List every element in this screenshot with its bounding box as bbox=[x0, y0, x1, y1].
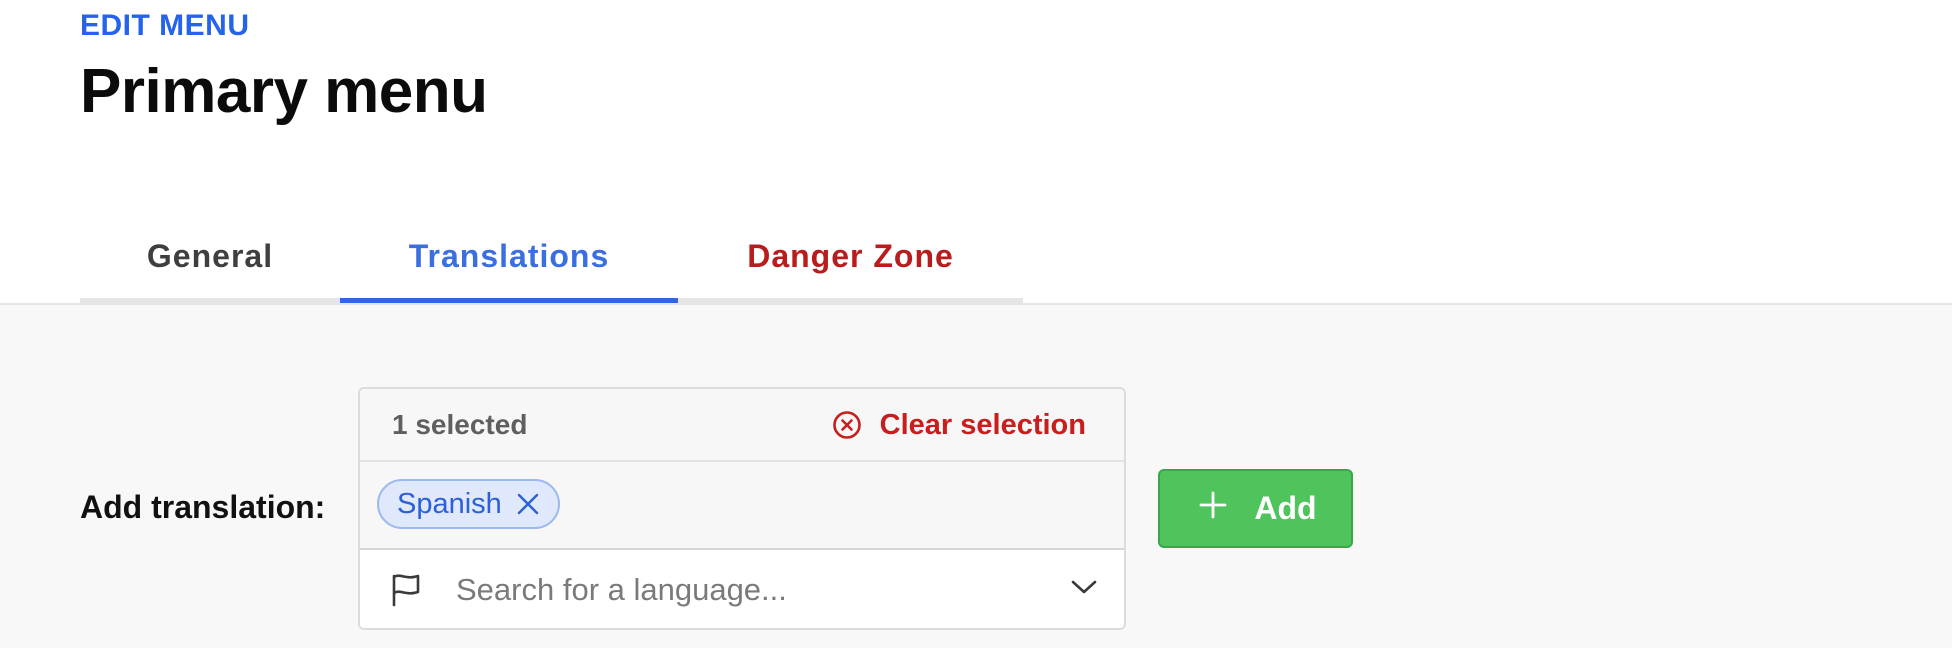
selection-header: 1 selected Clear selection bbox=[360, 389, 1124, 462]
clear-selection-label: Clear selection bbox=[879, 408, 1086, 441]
tab-bar: General Translations Danger Zone bbox=[80, 216, 1023, 303]
chip-label: Spanish bbox=[397, 487, 502, 520]
language-search bbox=[360, 548, 1124, 628]
chip-spanish: Spanish bbox=[377, 479, 560, 529]
add-translation-button[interactable]: Add bbox=[1158, 469, 1353, 548]
page-title: Primary menu bbox=[80, 57, 488, 126]
page-eyebrow: EDIT MENU bbox=[80, 9, 250, 42]
clear-selection-button[interactable]: Clear selection bbox=[832, 405, 1086, 445]
circle-x-icon bbox=[832, 410, 862, 440]
tab-general[interactable]: General bbox=[80, 216, 340, 303]
language-multiselect: 1 selected Clear selection Spanish bbox=[358, 387, 1126, 630]
add-button-label: Add bbox=[1254, 490, 1317, 526]
add-translation-label: Add translation: bbox=[80, 489, 326, 525]
selected-chips: Spanish bbox=[360, 462, 1124, 548]
tab-translations[interactable]: Translations bbox=[340, 216, 678, 303]
close-icon[interactable] bbox=[516, 492, 540, 516]
selected-count: 1 selected bbox=[392, 409, 528, 440]
language-search-input[interactable] bbox=[456, 564, 1016, 616]
plus-icon bbox=[1198, 490, 1228, 528]
chevron-down-icon[interactable] bbox=[1070, 578, 1098, 601]
tab-danger-zone[interactable]: Danger Zone bbox=[678, 216, 1023, 303]
flag-icon bbox=[390, 572, 422, 613]
